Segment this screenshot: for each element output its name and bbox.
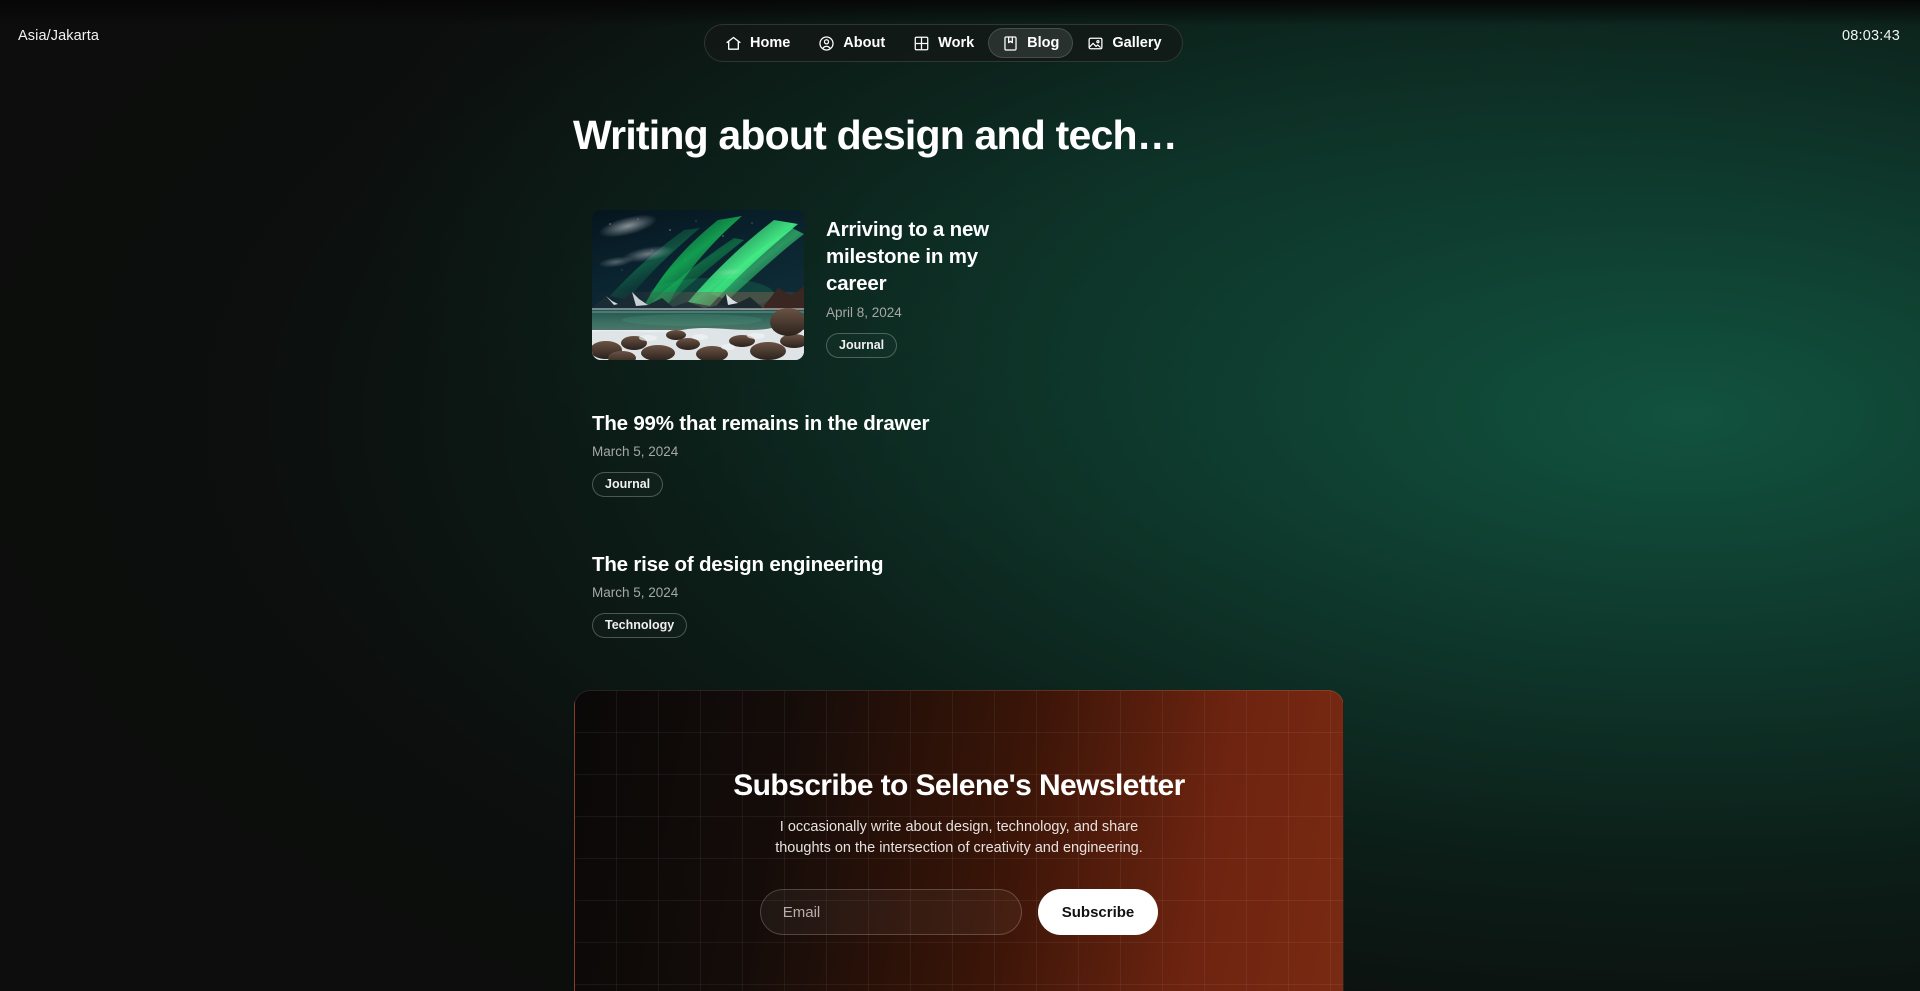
nav-item-work[interactable]: Work (899, 28, 988, 58)
post-title[interactable]: The rise of design engineering (592, 553, 1352, 577)
newsletter-card: Subscribe to Selene's Newsletter I occas… (574, 690, 1344, 991)
post-date: March 5, 2024 (592, 444, 679, 459)
newsletter-description: I occasionally write about design, techn… (575, 817, 1343, 859)
newsletter-form: Subscribe (575, 889, 1343, 936)
post-content: Arriving to a new milestone in my career… (826, 210, 1001, 359)
clock-display: 08:03:43 (1841, 28, 1900, 44)
post-list: Arriving to a new milestone in my career… (592, 210, 1352, 638)
nav-item-blog[interactable]: Blog (988, 28, 1074, 58)
page-root: Asia/Jakarta 08:03:43 Home About Work Bl… (0, 0, 1920, 991)
post-tag[interactable]: Technology (592, 613, 688, 638)
post-tag[interactable]: Journal (592, 472, 664, 497)
nav-item-about-label: About (843, 35, 886, 51)
home-icon (725, 35, 742, 52)
nav-item-work-label: Work (938, 35, 975, 51)
nav-item-about[interactable]: About (804, 28, 899, 58)
page-title: Writing about design and tech… (573, 112, 1178, 158)
nav-item-gallery-label: Gallery (1112, 35, 1162, 51)
newsletter-description-line-2: thoughts on the intersection of creativi… (775, 840, 1143, 857)
aurora-borealis-photo (592, 210, 804, 360)
primary-nav: Home About Work Blog Gallery (704, 24, 1183, 62)
post-tag[interactable]: Journal (826, 333, 898, 359)
list-item[interactable]: The rise of design engineering March 5, … (592, 553, 1352, 638)
nav-item-home-label: Home (750, 35, 791, 51)
nav-item-blog-label: Blog (1027, 35, 1060, 51)
top-bar: Asia/Jakarta 08:03:43 Home About Work Bl… (0, 0, 1920, 73)
post-date: March 5, 2024 (592, 585, 679, 600)
post-title[interactable]: The 99% that remains in the drawer (592, 412, 1352, 436)
list-item[interactable]: Arriving to a new milestone in my career… (592, 210, 1352, 360)
email-input[interactable] (759, 889, 1022, 936)
newsletter-title: Subscribe to Selene's Newsletter (733, 769, 1185, 802)
post-title[interactable]: Arriving to a new milestone in my career (826, 216, 1001, 297)
post-thumbnail[interactable] (592, 210, 804, 360)
list-item[interactable]: The 99% that remains in the drawer March… (592, 412, 1352, 497)
post-date: April 8, 2024 (826, 305, 902, 321)
book-icon (1002, 35, 1019, 52)
newsletter-content: Subscribe to Selene's Newsletter I occas… (575, 691, 1343, 936)
user-circle-icon (818, 35, 835, 52)
nav-item-home[interactable]: Home (711, 28, 804, 58)
nav-item-gallery[interactable]: Gallery (1073, 28, 1175, 58)
timezone-label: Asia/Jakarta (18, 28, 99, 44)
newsletter-description-line-1: I occasionally write about design, techn… (779, 819, 1139, 835)
image-icon (1087, 35, 1104, 52)
grid-icon (913, 35, 930, 52)
subscribe-button[interactable]: Subscribe (1037, 889, 1159, 936)
